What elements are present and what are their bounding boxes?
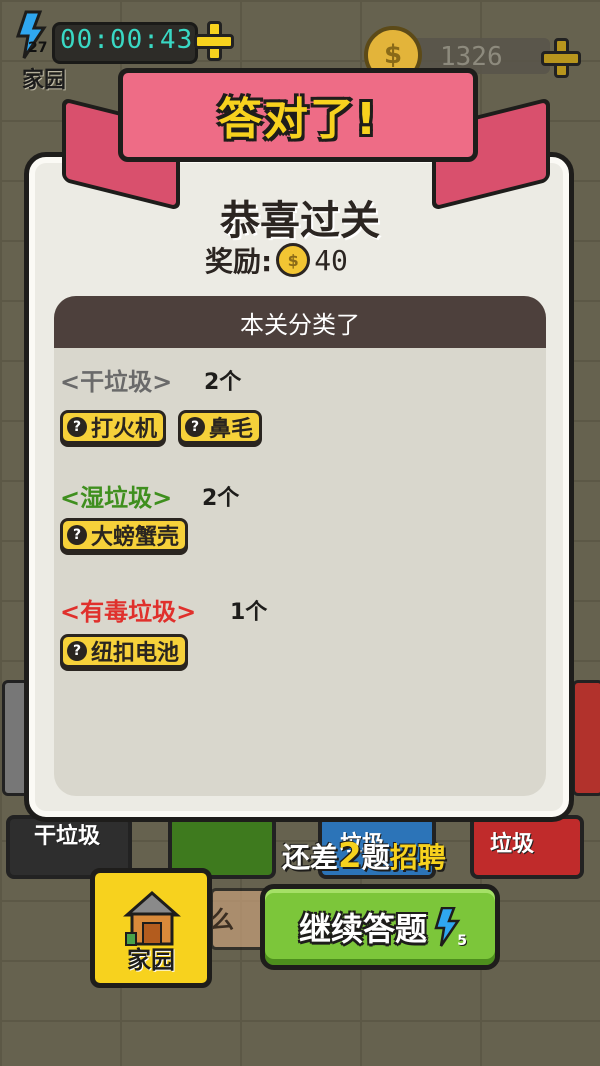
continue-button[interactable]: 继续答题 5 bbox=[260, 884, 500, 970]
hint-hire: 招聘 bbox=[389, 841, 446, 874]
hint-prefix: 还差 bbox=[282, 841, 339, 874]
bin-red-label: 垃圾 bbox=[490, 832, 535, 857]
partial-button-text: 么 bbox=[210, 906, 234, 934]
question-icon: ? bbox=[67, 641, 87, 661]
category-dry: <干垃圾> bbox=[60, 368, 173, 396]
home-label: 家园 bbox=[22, 68, 67, 93]
reward-amount: 40 bbox=[314, 243, 348, 277]
energy-count: 27 bbox=[28, 40, 48, 56]
item-tag[interactable]: ? 鼻毛 bbox=[178, 410, 263, 444]
hint-number: 2 bbox=[338, 836, 362, 876]
item-label: 纽扣电池 bbox=[91, 641, 180, 666]
item-tag[interactable]: ? 大螃蟹壳 bbox=[60, 518, 189, 552]
house-icon bbox=[123, 891, 181, 946]
continue-label: 继续答题 bbox=[298, 910, 427, 948]
timer: 00:00:43 bbox=[60, 25, 194, 55]
add-energy-button[interactable] bbox=[193, 19, 234, 61]
dialog-heading: 恭喜过关 bbox=[220, 198, 380, 244]
add-coins-button[interactable] bbox=[540, 36, 581, 78]
panel-title: 本关分类了 bbox=[54, 296, 546, 348]
banner-title: 答对了! bbox=[217, 94, 379, 145]
item-tag[interactable]: ? 纽扣电池 bbox=[60, 634, 189, 668]
continue-cost: 5 bbox=[457, 933, 467, 949]
home-button[interactable]: 家园 bbox=[90, 868, 212, 988]
question-icon: ? bbox=[67, 525, 87, 545]
item-label: 鼻毛 bbox=[209, 417, 254, 442]
category-toxic: <有毒垃圾> bbox=[60, 598, 197, 626]
hire-hint: 还差2题招聘 bbox=[282, 836, 446, 876]
classification-panel: 本关分类了 <干垃圾> 2个 ? 打火机 ? 鼻毛 <湿垃圾> 2个 ? 大螃蟹… bbox=[54, 296, 546, 796]
category-toxic-count: 1个 bbox=[230, 600, 268, 625]
category-wet-count: 2个 bbox=[202, 486, 240, 511]
reward-label: 奖励: bbox=[205, 245, 273, 278]
item-label: 打火机 bbox=[91, 417, 158, 442]
energy-icon: 5 bbox=[433, 906, 467, 949]
hint-unit: 题 bbox=[361, 841, 390, 874]
item-label: 大螃蟹壳 bbox=[91, 525, 180, 550]
coin-icon: $ bbox=[276, 243, 311, 277]
question-icon: ? bbox=[67, 417, 87, 437]
home-button-label: 家园 bbox=[127, 946, 175, 974]
category-dry-count: 2个 bbox=[204, 370, 242, 395]
reward-row: 奖励: $ 40 bbox=[205, 240, 348, 280]
bin-dry-label: 干垃圾 bbox=[34, 824, 101, 849]
category-wet: <湿垃圾> bbox=[60, 484, 173, 512]
item-tag[interactable]: ? 打火机 bbox=[60, 410, 167, 444]
ribbon-banner: 答对了! bbox=[118, 68, 478, 162]
question-icon: ? bbox=[185, 417, 205, 437]
bin-lid-right bbox=[572, 680, 600, 796]
